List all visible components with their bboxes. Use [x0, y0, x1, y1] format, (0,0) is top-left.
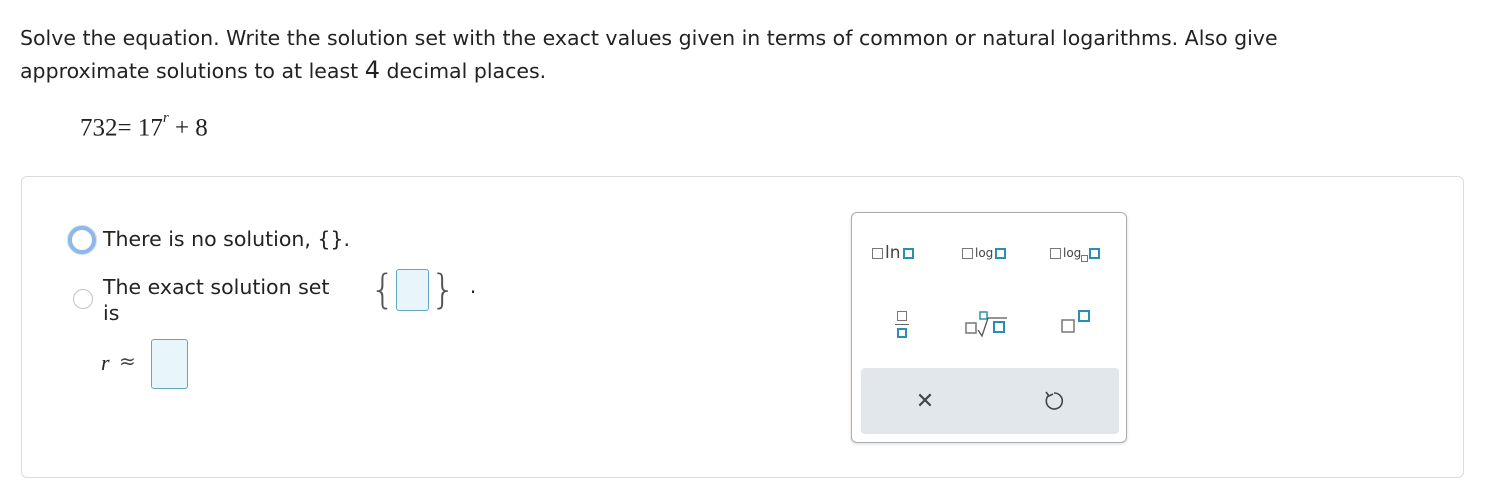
option-exact-solution-label: The exact solution set is — [103, 274, 329, 326]
logb-input-placeholder-icon — [1089, 247, 1101, 259]
fraction-numerator-icon — [897, 310, 907, 321]
prompt-line-2-start: approximate solutions to at least — [20, 59, 365, 83]
option-no-solution-label: There is no solution, {}. — [103, 227, 350, 251]
decimal-places-number: 4 — [364, 56, 380, 84]
ln-input-placeholder-icon — [902, 247, 914, 259]
equation-rest: + 8 — [174, 114, 208, 142]
equation-exponent: r — [162, 110, 169, 126]
math-keypad: ln log log ✕ — [851, 212, 1127, 443]
ln-key-label: ln — [885, 243, 901, 263]
fraction-denominator-icon — [897, 327, 907, 338]
prompt-line-1: Solve the equation. Write the solution s… — [20, 26, 1278, 50]
brace-close: } — [430, 267, 456, 313]
clear-key[interactable]: ✕ — [905, 386, 945, 416]
undo-icon — [1045, 391, 1064, 410]
equation-base: 17 — [137, 114, 163, 142]
log-base-key[interactable]: log — [1050, 241, 1101, 265]
logb-key-label: log — [1063, 246, 1082, 260]
equation-equals: = — [117, 114, 132, 142]
approx-symbol: ≈ — [119, 349, 136, 373]
equation-lhs: 732 — [80, 114, 118, 142]
option-exact-label-line1: The exact solution set — [103, 275, 330, 299]
approx-variable: r — [101, 350, 110, 375]
exact-solution-input[interactable] — [396, 269, 430, 311]
option-exact-label-line2: is — [103, 301, 120, 325]
set-period: . — [469, 274, 477, 298]
exponent-key[interactable] — [1057, 306, 1097, 340]
log-input-placeholder-icon — [995, 247, 1007, 259]
ln-arg-placeholder-icon — [872, 247, 883, 259]
log-key-label: log — [975, 246, 994, 260]
ln-key[interactable]: ln — [872, 241, 914, 265]
keypad-control-bar: ✕ — [861, 368, 1119, 434]
equation: 732= 17r + 8 — [80, 110, 208, 142]
clear-icon: ✕ — [915, 388, 935, 414]
log-arg-placeholder-icon — [962, 247, 973, 259]
log-key[interactable]: log — [962, 241, 1007, 265]
radio-no-solution[interactable] — [68, 226, 96, 254]
nth-root-key[interactable] — [962, 305, 1017, 343]
prompt-line-2-end: decimal places. — [379, 59, 547, 83]
approx-solution-input[interactable] — [151, 339, 188, 389]
undo-key[interactable] — [1034, 386, 1074, 416]
brace-open: { — [370, 267, 396, 313]
problem-prompt: Solve the equation. Write the solution s… — [20, 22, 1460, 87]
fraction-key[interactable] — [892, 304, 912, 344]
prompt-line-2: approximate solutions to at least 4 deci… — [20, 54, 1460, 87]
exponent-icon — [1061, 310, 1090, 333]
answer-panel: There is no solution, {}. The exact solu… — [21, 176, 1464, 478]
solution-set-entry: { } . — [370, 269, 476, 311]
nth-root-icon — [964, 311, 1007, 338]
logb-arg-placeholder-icon — [1050, 247, 1061, 259]
fraction-bar-icon — [895, 323, 909, 325]
logb-base-placeholder-icon — [1081, 254, 1089, 262]
radio-exact-solution[interactable] — [73, 289, 93, 309]
